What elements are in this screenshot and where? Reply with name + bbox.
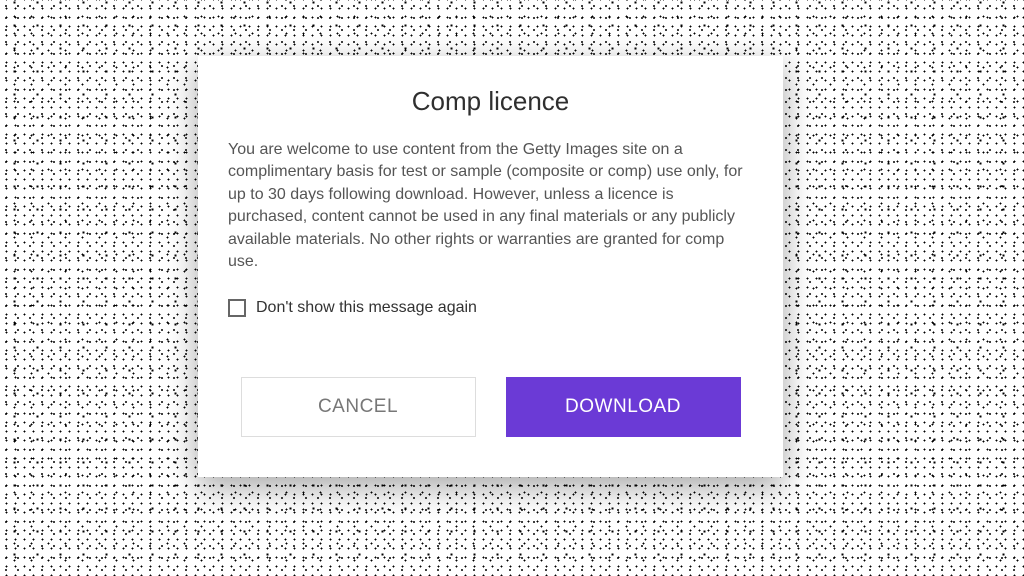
cancel-button[interactable]: CANCEL	[241, 377, 476, 437]
download-button[interactable]: DOWNLOAD	[506, 377, 741, 437]
modal-button-row: CANCEL DOWNLOAD	[228, 377, 753, 437]
modal-body-text: You are welcome to use content from the …	[228, 139, 753, 273]
comp-licence-modal: Comp licence You are welcome to use cont…	[198, 56, 783, 477]
dont-show-checkbox[interactable]	[228, 299, 246, 317]
dont-show-label[interactable]: Don't show this message again	[256, 299, 477, 317]
modal-title: Comp licence	[228, 86, 753, 117]
dont-show-row: Don't show this message again	[228, 299, 753, 317]
